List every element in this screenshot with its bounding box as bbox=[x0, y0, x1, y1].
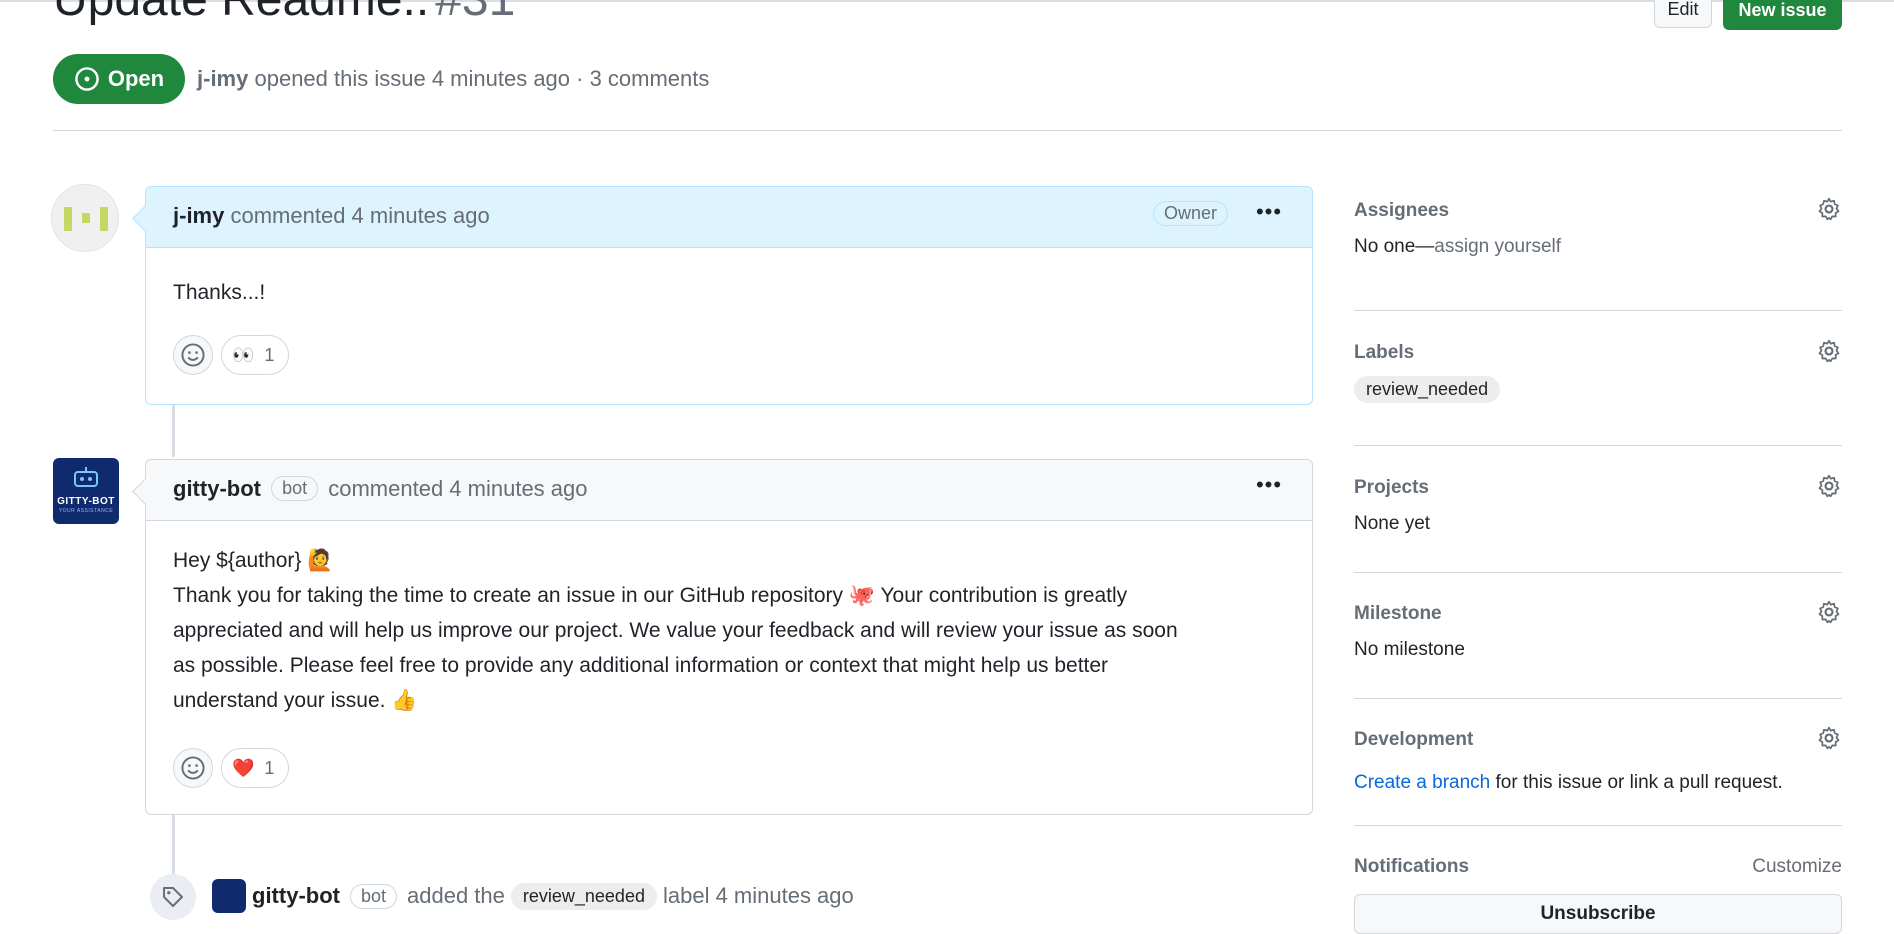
comment-body: Thanks...! bbox=[146, 248, 1312, 310]
new-issue-button[interactable]: New issue bbox=[1723, 0, 1842, 30]
edit-button[interactable]: Edit bbox=[1654, 0, 1712, 28]
reactions-bar: ❤️ 1 bbox=[173, 748, 290, 788]
reaction-count: 1 bbox=[264, 757, 275, 778]
comment-card: j-imy commented 4 minutes ago Owner ••• … bbox=[132, 186, 1313, 405]
issue-state-label: Open bbox=[107, 66, 165, 91]
bot-badge: bot bbox=[271, 476, 319, 501]
issue-title-text: Update Readme.. bbox=[53, 0, 429, 26]
sidebar-title: Projects bbox=[1354, 477, 1429, 498]
sidebar-value: for this issue or link a pull request. bbox=[1490, 772, 1783, 793]
sidebar-divider bbox=[1354, 572, 1842, 573]
comment-header: j-imy commented 4 minutes ago Owner ••• bbox=[146, 187, 1312, 248]
avatar[interactable]: GITTY-BOT YOUR ASSISTANCE bbox=[53, 458, 119, 524]
bot-badge: bot bbox=[349, 883, 397, 909]
label-pill[interactable]: review_needed bbox=[1354, 376, 1501, 403]
comment-text: Thank you for taking the time to create … bbox=[173, 584, 1128, 607]
comment-options-kebab-icon[interactable]: ••• bbox=[1251, 199, 1287, 229]
gear-icon[interactable] bbox=[1816, 196, 1842, 222]
sidebar-value: None yet bbox=[1354, 513, 1431, 534]
robot-icon bbox=[74, 467, 98, 487]
unsubscribe-button[interactable]: Unsubscribe bbox=[1354, 894, 1842, 934]
sidebar-title: Development bbox=[1354, 729, 1474, 750]
comment-author-link[interactable]: gitty-bot bbox=[173, 476, 261, 501]
gear-icon[interactable] bbox=[1816, 599, 1842, 625]
add-reaction-smiley-icon[interactable] bbox=[173, 748, 213, 788]
sidebar-title: Milestone bbox=[1354, 603, 1442, 624]
create-branch-link[interactable]: Create a branch bbox=[1354, 772, 1490, 793]
tag-icon bbox=[150, 874, 196, 920]
sidebar-divider bbox=[1354, 445, 1842, 446]
comment-timestamp[interactable]: commented 4 minutes ago bbox=[328, 476, 587, 501]
issue-meta: j-imy opened this issue 4 minutes ago · … bbox=[197, 66, 709, 92]
issue-state-badge: Open bbox=[53, 54, 185, 104]
label-event: gitty-bot bot added the review_needed la… bbox=[212, 879, 854, 913]
comment-card: gitty-bot bot commented 4 minutes ago ••… bbox=[132, 459, 1313, 815]
comment-author-link[interactable]: j-imy bbox=[173, 203, 224, 228]
add-reaction-smiley-icon[interactable] bbox=[173, 335, 213, 375]
comment-text: Thanks...! bbox=[173, 281, 266, 304]
gear-icon[interactable] bbox=[1816, 725, 1842, 751]
label-pill[interactable]: review_needed bbox=[510, 882, 657, 910]
issue-number: #31 bbox=[435, 0, 515, 26]
heart-icon: ❤️ bbox=[232, 757, 255, 778]
owner-badge: Owner bbox=[1153, 201, 1229, 226]
avatar-logo-subtext: YOUR ASSISTANCE bbox=[58, 508, 114, 514]
comment-text: understand your issue. 👍 bbox=[173, 689, 418, 712]
header-divider bbox=[53, 130, 1842, 131]
timeline-connector bbox=[172, 814, 175, 874]
reaction-eyes-button[interactable]: 👀 1 bbox=[221, 335, 290, 375]
comment-text: Hey ${author} 🙋 bbox=[173, 549, 334, 572]
gear-icon[interactable] bbox=[1816, 338, 1842, 364]
issue-author-link[interactable]: j-imy bbox=[197, 66, 248, 91]
issue-title: Update Readme..#31 bbox=[53, 0, 515, 30]
event-text: added the bbox=[407, 883, 505, 908]
sidebar-value: No milestone bbox=[1354, 639, 1465, 660]
comment-timestamp[interactable]: commented 4 minutes ago bbox=[230, 203, 489, 228]
comment-body: Hey ${author} 🙋 Thank you for taking the… bbox=[146, 521, 1312, 718]
comment-text: appreciated and will help us improve our… bbox=[173, 619, 1178, 642]
reaction-heart-button[interactable]: ❤️ 1 bbox=[221, 748, 290, 788]
reaction-count: 1 bbox=[264, 344, 275, 365]
comment-options-kebab-icon[interactable]: ••• bbox=[1251, 472, 1287, 502]
comment-text: as possible. Please feel free to provide… bbox=[173, 654, 1109, 677]
timeline-connector bbox=[172, 405, 175, 457]
sidebar-divider bbox=[1354, 825, 1842, 826]
gear-icon[interactable] bbox=[1816, 473, 1842, 499]
comment-header: gitty-bot bot commented 4 minutes ago ••… bbox=[146, 460, 1312, 521]
reactions-bar: 👀 1 bbox=[173, 335, 290, 375]
sidebar-divider bbox=[1354, 310, 1842, 311]
avatar[interactable] bbox=[51, 184, 119, 252]
sidebar-title: Assignees bbox=[1354, 200, 1450, 221]
sidebar-title: Labels bbox=[1354, 342, 1415, 363]
event-timestamp[interactable]: label 4 minutes ago bbox=[663, 883, 854, 909]
eyes-icon: 👀 bbox=[232, 344, 255, 365]
sidebar-title: Notifications bbox=[1354, 856, 1470, 877]
event-author-link[interactable]: gitty-bot bbox=[252, 883, 340, 909]
avatar[interactable] bbox=[212, 879, 246, 913]
issue-meta-text: opened this issue 4 minutes ago · 3 comm… bbox=[254, 66, 710, 91]
sidebar-divider bbox=[1354, 698, 1842, 699]
sidebar-value: No one— bbox=[1354, 236, 1435, 257]
avatar-logo-text: GITTY-BOT bbox=[57, 496, 115, 507]
customize-notifications-link[interactable]: Customize bbox=[1752, 856, 1842, 878]
assign-yourself-link[interactable]: assign yourself bbox=[1434, 236, 1561, 257]
issue-opened-icon bbox=[75, 67, 99, 91]
